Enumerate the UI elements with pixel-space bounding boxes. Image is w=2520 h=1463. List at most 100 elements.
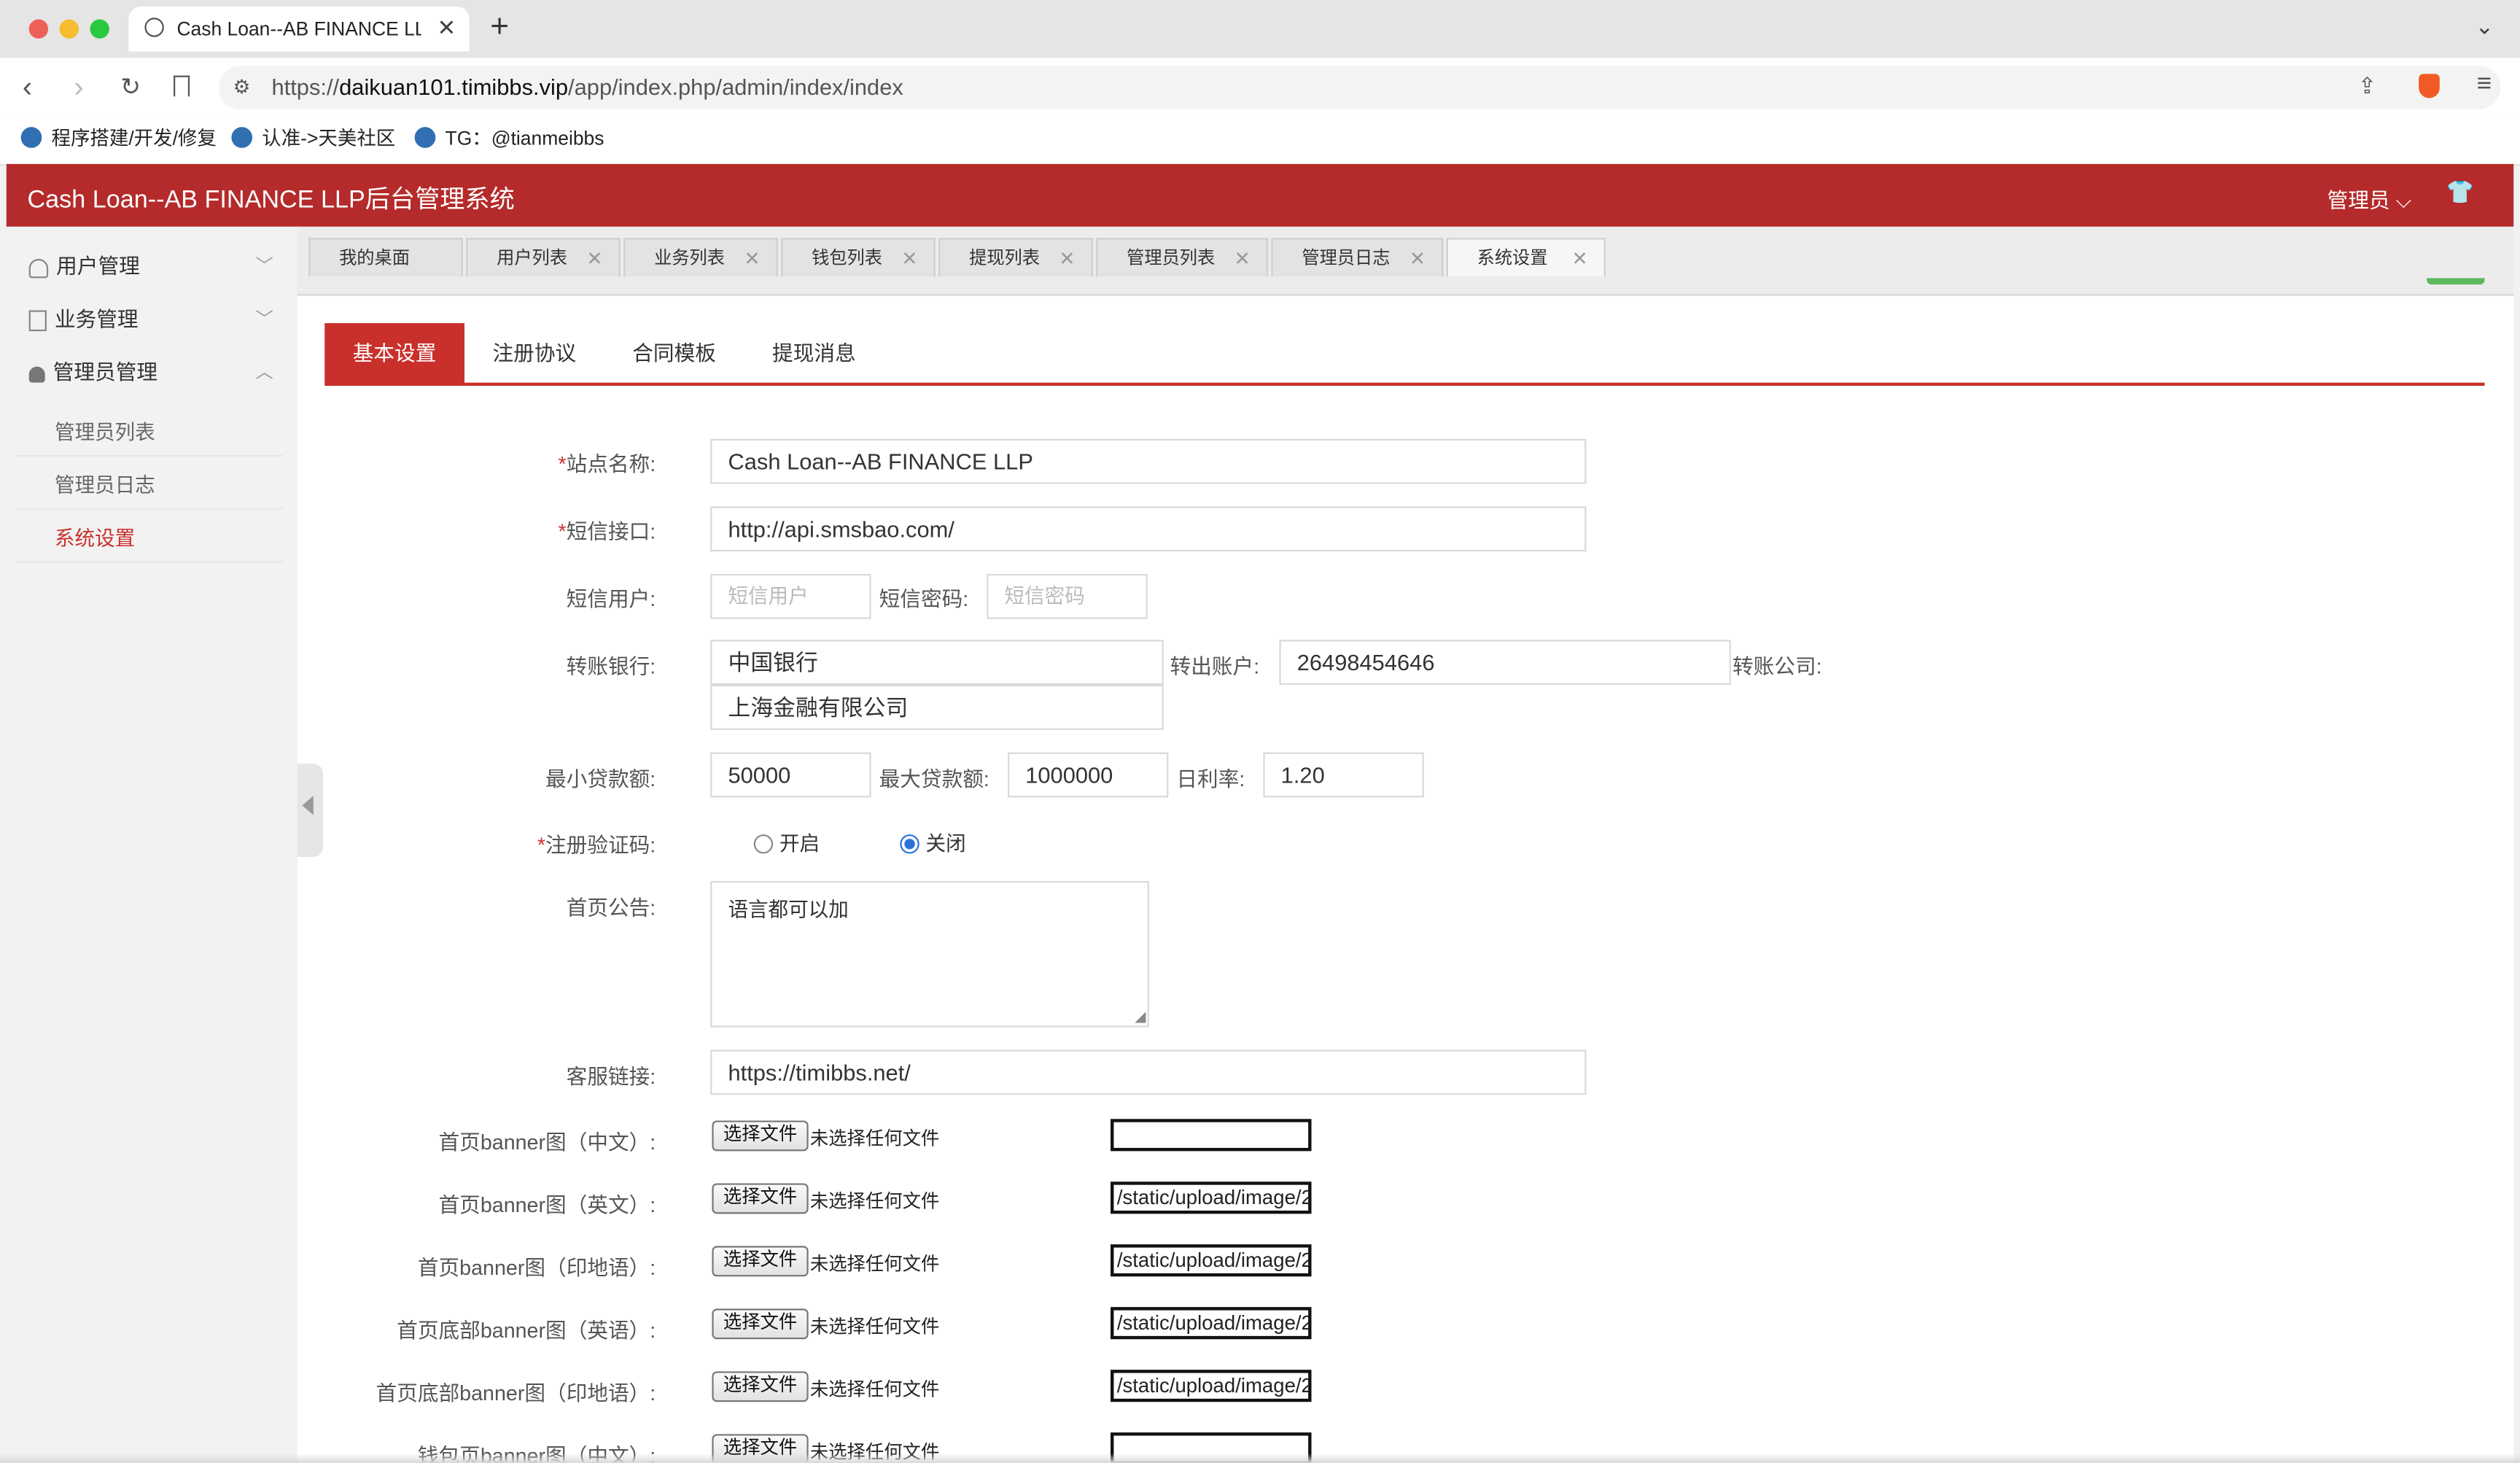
- share-icon[interactable]: ⇪: [2357, 72, 2376, 99]
- choose-file-button[interactable]: 选择文件: [712, 1183, 809, 1214]
- sms-user-label: 短信用户:: [566, 586, 656, 611]
- browser-tab[interactable]: Cash Loan--AB FINANCE LLP ✕: [128, 6, 470, 52]
- forward-icon[interactable]: ›: [74, 71, 83, 104]
- reload-icon[interactable]: ↻: [120, 72, 141, 101]
- radio-unchecked-icon[interactable]: [753, 834, 774, 853]
- sidebar-subitem-system-settings[interactable]: 系统设置: [16, 514, 283, 563]
- captcha-on-option[interactable]: 开启: [753, 826, 820, 857]
- bookmark-label: TG：@tianmeibbs: [445, 127, 604, 150]
- upload-path-input[interactable]: /static/upload/image/2: [1111, 1370, 1312, 1402]
- tab-label: 提现消息: [772, 341, 856, 365]
- radio-label: 开启: [779, 832, 820, 855]
- page-tab-wallets[interactable]: 钱包列表 ✕: [781, 238, 936, 278]
- choose-file-button[interactable]: 选择文件: [712, 1371, 809, 1402]
- sms-pass-label: 短信密码:: [879, 586, 969, 611]
- no-file-text: 未选择任何文件: [809, 1255, 940, 1276]
- bookmark-item[interactable]: TG：@tianmeibbs: [414, 125, 604, 151]
- tab-register-agreement[interactable]: 注册协议: [464, 323, 604, 384]
- sms-api-input[interactable]: http://api.smsbao.com/: [710, 506, 1587, 552]
- tab-basic-settings[interactable]: 基本设置: [324, 323, 464, 384]
- site-name-input[interactable]: Cash Loan--AB FINANCE LLP: [710, 438, 1587, 484]
- page-tab-business[interactable]: 业务列表 ✕: [623, 238, 778, 278]
- page-tab-admin-list[interactable]: 管理员列表 ✕: [1096, 238, 1269, 278]
- close-icon[interactable]: ✕: [744, 239, 760, 278]
- bookmark-label: 程序搭建/开发/修复: [51, 127, 217, 150]
- page-tab-withdrawals[interactable]: 提现列表 ✕: [938, 238, 1093, 278]
- page-tab-desktop[interactable]: 我的桌面: [308, 238, 463, 277]
- close-icon[interactable]: ✕: [1059, 239, 1075, 278]
- url-prefix: https://: [271, 74, 340, 100]
- close-icon[interactable]: ✕: [1571, 239, 1587, 278]
- tab-list-chevron-icon[interactable]: ⌄: [2475, 13, 2494, 40]
- account-input[interactable]: 26498454646: [1279, 640, 1731, 686]
- page-tab-admin-log[interactable]: 管理员日志 ✕: [1271, 238, 1444, 278]
- upload-path-input[interactable]: /static/upload/image/2: [1111, 1307, 1312, 1340]
- captcha-label-text: 注册验证码:: [545, 832, 656, 857]
- captcha-label: *注册验证码:: [302, 828, 656, 858]
- maximize-window-button[interactable]: [90, 19, 109, 39]
- address-bar[interactable]: ⚙ https://daikuan101.timibbs.vip/app/ind…: [218, 66, 2501, 109]
- company-input[interactable]: 上海金融有限公司: [710, 685, 1164, 730]
- captcha-off-option[interactable]: 关闭: [900, 826, 966, 857]
- no-file-text: 未选择任何文件: [809, 1381, 940, 1401]
- page-tab-system-settings[interactable]: 系统设置 ✕: [1446, 238, 1606, 278]
- user-menu[interactable]: 管理员 ⌵: [2328, 183, 2412, 214]
- tab-withdraw-message[interactable]: 提现消息: [744, 323, 884, 384]
- resize-handle-icon[interactable]: ◢: [1135, 1008, 1146, 1025]
- sidebar-item-user-management[interactable]: 用户管理 ﹀: [19, 244, 286, 290]
- user-menu-label: 管理员: [2327, 187, 2390, 212]
- page-tab-label: 系统设置: [1477, 249, 1548, 269]
- choose-file-button[interactable]: 选择文件: [712, 1120, 809, 1152]
- tab-label: 基本设置: [352, 341, 437, 365]
- bookmark-icon[interactable]: [174, 75, 190, 97]
- site-icon: [20, 127, 42, 149]
- upload-path-input[interactable]: /static/upload/image/2: [1111, 1181, 1312, 1214]
- close-tab-icon[interactable]: ✕: [438, 15, 456, 42]
- close-icon[interactable]: ✕: [1409, 239, 1426, 278]
- tab-contract-template[interactable]: 合同模板: [604, 323, 744, 384]
- chevron-up-icon: ︿: [255, 363, 273, 383]
- sidebar-item-business-management[interactable]: 业务管理 ﹀: [19, 298, 286, 343]
- radio-checked-icon[interactable]: [900, 834, 919, 853]
- theme-icon[interactable]: 👕: [2446, 179, 2474, 206]
- upload-path-input[interactable]: /static/upload/image/2: [1111, 1244, 1312, 1277]
- choose-file-button[interactable]: 选择文件: [712, 1308, 809, 1340]
- bank-input[interactable]: 中国银行: [710, 640, 1164, 686]
- tab-title: Cash Loan--AB FINANCE LLP: [176, 18, 421, 41]
- page-tab-label: 用户列表: [497, 249, 568, 269]
- bookmark-item[interactable]: 程序搭建/开发/修复: [20, 125, 217, 151]
- notice-textarea[interactable]: 语言都可以加 ◢: [710, 881, 1149, 1028]
- bookmark-item[interactable]: 认准->天美社区: [231, 125, 395, 151]
- close-icon[interactable]: ✕: [586, 239, 602, 278]
- url-text: https://daikuan101.timibbs.vip/app/index…: [271, 74, 903, 99]
- sms-user-input[interactable]: 短信用户: [710, 573, 871, 619]
- close-icon[interactable]: ✕: [1234, 239, 1251, 278]
- upload-label: 首页banner图（印地语）:: [417, 1255, 656, 1280]
- upload-path-input[interactable]: [1111, 1119, 1312, 1152]
- sidebar-subitem-admin-list[interactable]: 管理员列表: [16, 408, 283, 457]
- service-input[interactable]: https://timibbs.net/: [710, 1049, 1587, 1095]
- daily-rate-input[interactable]: 1.20: [1263, 752, 1424, 798]
- sidebar-subitem-admin-log[interactable]: 管理员日志: [16, 462, 283, 510]
- upload-label: 首页底部banner图（印地语）:: [376, 1381, 656, 1405]
- menu-icon[interactable]: ≡: [2477, 71, 2492, 100]
- tab-label: 合同模板: [632, 341, 716, 365]
- sms-pass-input[interactable]: 短信密码: [987, 573, 1148, 619]
- site-name-label: *站点名称:: [302, 447, 656, 478]
- radio-label: 关闭: [925, 832, 966, 855]
- site-settings-icon[interactable]: ⚙: [233, 76, 251, 98]
- close-icon[interactable]: ✕: [901, 239, 917, 278]
- upload-label: 首页底部banner图（英语）:: [397, 1318, 656, 1343]
- choose-file-button[interactable]: 选择文件: [712, 1246, 809, 1277]
- close-window-button[interactable]: [28, 19, 49, 39]
- page-tab-label: 钱包列表: [812, 249, 883, 269]
- back-icon[interactable]: ‹: [23, 71, 32, 104]
- max-loan-input[interactable]: 1000000: [1007, 752, 1169, 798]
- brave-shield-icon[interactable]: [2419, 74, 2440, 98]
- page-tab-users[interactable]: 用户列表 ✕: [466, 238, 621, 278]
- min-loan-input[interactable]: 50000: [710, 752, 871, 798]
- new-tab-icon[interactable]: +: [490, 9, 509, 47]
- minimize-window-button[interactable]: [59, 19, 79, 39]
- service-label: 客服链接:: [566, 1064, 656, 1089]
- sidebar-item-admin-management[interactable]: 管理员管理 ︿: [19, 351, 286, 396]
